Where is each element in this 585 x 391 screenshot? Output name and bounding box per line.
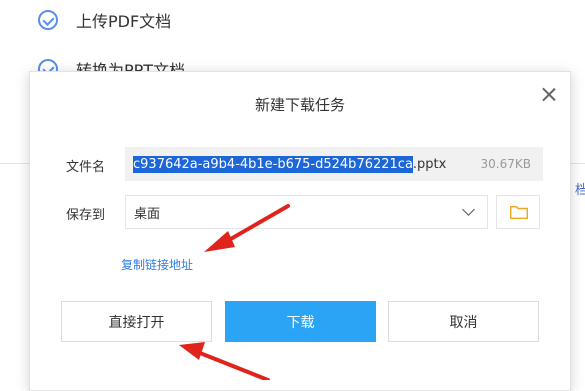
dialog-title: 新建下载任务 [254, 96, 345, 114]
close-icon[interactable] [538, 84, 560, 106]
file-size: 30.67KB [480, 157, 531, 171]
background-edge-text: 档 [575, 183, 585, 198]
filename-selected-text[interactable]: c937642a-a9b4-4b1e-b675-d524b76221ca [133, 155, 413, 173]
copy-link-address[interactable]: 复制链接地址 [121, 256, 193, 273]
save-to-label: 保存到 [66, 208, 106, 223]
save-location-value: 桌面 [134, 206, 161, 222]
save-location-select[interactable]: 桌面 [125, 195, 488, 229]
check-circle-icon [38, 10, 58, 30]
open-directly-button[interactable]: 直接打开 [61, 301, 212, 342]
download-dialog: 新建下载任务 文件名 c937642a-a9b4-4b1e-b675-d524b… [29, 71, 571, 391]
filename-label: 文件名 [66, 160, 106, 175]
download-button[interactable]: 下载 [225, 301, 376, 342]
filename-field[interactable]: c937642a-a9b4-4b1e-b675-d524b76221ca .pp… [125, 147, 543, 181]
filename-extension[interactable]: .pptx [413, 156, 446, 173]
chevron-down-icon [462, 203, 475, 216]
step-upload-pdf: 上传PDF文档 [38, 8, 171, 32]
step-label: 上传PDF文档 [76, 12, 172, 31]
cancel-button[interactable]: 取消 [388, 301, 539, 342]
browse-folder-button[interactable] [496, 195, 540, 229]
folder-icon [510, 206, 528, 219]
